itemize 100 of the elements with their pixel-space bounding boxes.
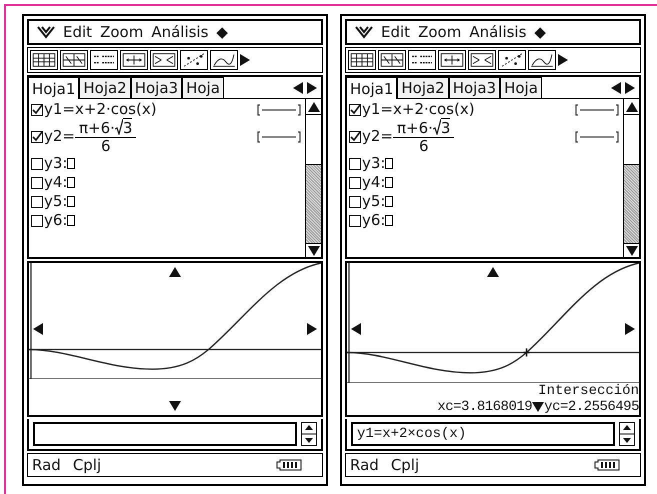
menu-item[interactable]: Análisis (151, 20, 208, 44)
radical-sign-icon (432, 119, 441, 135)
scroll-up-button[interactable] (308, 102, 320, 112)
line-style-icon[interactable] (575, 130, 619, 142)
checkbox[interactable] (31, 176, 43, 188)
checkbox[interactable] (31, 104, 43, 116)
tab-right-arrow[interactable] (307, 82, 317, 94)
up-down-scroll-icon[interactable] (619, 422, 635, 446)
result-arrow[interactable] (532, 402, 544, 412)
function-label: y5: (44, 192, 68, 211)
split-table-icon[interactable] (60, 50, 88, 70)
function-label: y5: (362, 192, 386, 211)
arrows-out-icon[interactable] (120, 50, 148, 70)
checkbox[interactable] (31, 214, 43, 226)
status-text: Rad (350, 454, 379, 476)
function-label: y4: (44, 173, 68, 192)
sheet-tab[interactable]: Hoja2 (79, 77, 131, 98)
scroll-up-arrow[interactable] (487, 267, 499, 277)
sheet-tab[interactable]: Hoja (182, 77, 224, 98)
function-label: y3: (362, 154, 386, 173)
function-expression[interactable]: x+2·cos(x) (393, 100, 475, 119)
checkbox[interactable] (31, 130, 43, 142)
function-label: y6: (44, 211, 68, 230)
sheet-tab[interactable]: Hoja (500, 77, 542, 98)
scroll-left-arrow[interactable] (351, 323, 361, 335)
function-label: y1= (44, 100, 75, 119)
curve-icon[interactable] (528, 50, 556, 70)
menu-item[interactable]: Edit (63, 20, 92, 44)
menu-item[interactable]: ◆ (534, 20, 546, 44)
list-icon[interactable] (90, 50, 118, 70)
scroll-up-arrow[interactable] (169, 267, 181, 277)
fraction-expression[interactable]: π+6· 3 6 (393, 119, 454, 154)
sheet-tab[interactable]: Hoja1 (29, 77, 80, 99)
tab-left-arrow[interactable] (611, 82, 621, 94)
toolbar-more-arrow[interactable] (558, 54, 568, 66)
menu-item[interactable]: Zoom (418, 20, 462, 44)
y-coordinate: yc=2.2556495 (544, 399, 639, 415)
scatter-icon[interactable] (180, 50, 208, 70)
table-icon[interactable] (348, 50, 376, 70)
empty-input-icon[interactable] (67, 215, 76, 226)
line-style-icon[interactable] (575, 104, 619, 116)
sheet-tab[interactable]: Hoja3 (448, 77, 500, 98)
arrows-out-icon[interactable] (438, 50, 466, 70)
arrows-in-icon[interactable] (468, 50, 496, 70)
checkbox[interactable] (349, 176, 361, 188)
menu-item[interactable]: Análisis (469, 20, 526, 44)
checkbox[interactable] (349, 196, 361, 208)
status-text: Cplj (72, 454, 102, 476)
checkbox[interactable] (31, 196, 43, 208)
curve-icon[interactable] (210, 50, 238, 70)
checkbox[interactable] (349, 214, 361, 226)
menu-item[interactable]: Edit (381, 20, 410, 44)
sheet-tab[interactable]: Hoja2 (397, 77, 449, 98)
up-down-scroll-icon[interactable] (301, 422, 317, 446)
split-table-icon[interactable] (378, 50, 406, 70)
empty-input-icon[interactable] (67, 177, 76, 188)
radical-sign-icon (114, 119, 123, 135)
empty-input-icon[interactable] (67, 158, 76, 169)
table-icon[interactable] (30, 50, 58, 70)
entry-field[interactable] (33, 422, 297, 446)
checkbox[interactable] (349, 104, 361, 116)
list-icon[interactable] (408, 50, 436, 70)
checkbox[interactable] (31, 158, 43, 170)
empty-input-icon[interactable] (385, 215, 394, 226)
checkbox[interactable] (349, 158, 361, 170)
line-style-icon[interactable] (257, 104, 301, 116)
checkbox[interactable] (349, 130, 361, 142)
scroll-right-arrow[interactable] (625, 323, 635, 335)
scrollbar[interactable] (305, 99, 321, 257)
scroll-up-button[interactable] (626, 102, 638, 112)
x-coordinate: xc=3.8168019 (437, 399, 532, 415)
tab-right-arrow[interactable] (625, 82, 635, 94)
arrows-in-icon[interactable] (150, 50, 178, 70)
sheet-tab[interactable]: Hoja1 (347, 77, 398, 99)
empty-input-icon[interactable] (385, 177, 394, 188)
menu-item[interactable]: Zoom (100, 20, 144, 44)
menu-icon[interactable] (355, 25, 373, 39)
battery-icon (594, 459, 620, 471)
sheet-tab[interactable]: Hoja3 (130, 77, 182, 98)
empty-input-icon[interactable] (385, 196, 394, 207)
status-text: Rad (32, 454, 61, 476)
scroll-down-arrow[interactable] (169, 401, 181, 411)
line-style-icon[interactable] (257, 130, 301, 142)
scatter-icon[interactable] (498, 50, 526, 70)
scroll-left-arrow[interactable] (33, 323, 43, 335)
toolbar-more-arrow[interactable] (240, 54, 250, 66)
function-expression[interactable]: x+2·cos(x) (75, 100, 157, 119)
scroll-right-arrow[interactable] (307, 323, 317, 335)
function-label: y2= (44, 127, 75, 146)
fraction-expression[interactable]: π+6· 3 6 (75, 119, 136, 154)
scrollbar[interactable] (623, 99, 639, 257)
scroll-down-button[interactable] (308, 246, 320, 256)
empty-input-icon[interactable] (67, 196, 76, 207)
scroll-down-button[interactable] (626, 246, 638, 256)
tab-left-arrow[interactable] (293, 82, 303, 94)
result-title: Intersección (538, 383, 639, 399)
menu-icon[interactable] (37, 25, 55, 39)
empty-input-icon[interactable] (385, 158, 394, 169)
entry-field[interactable]: y1=x+2×cos(x) (351, 422, 615, 446)
menu-item[interactable]: ◆ (216, 20, 228, 44)
